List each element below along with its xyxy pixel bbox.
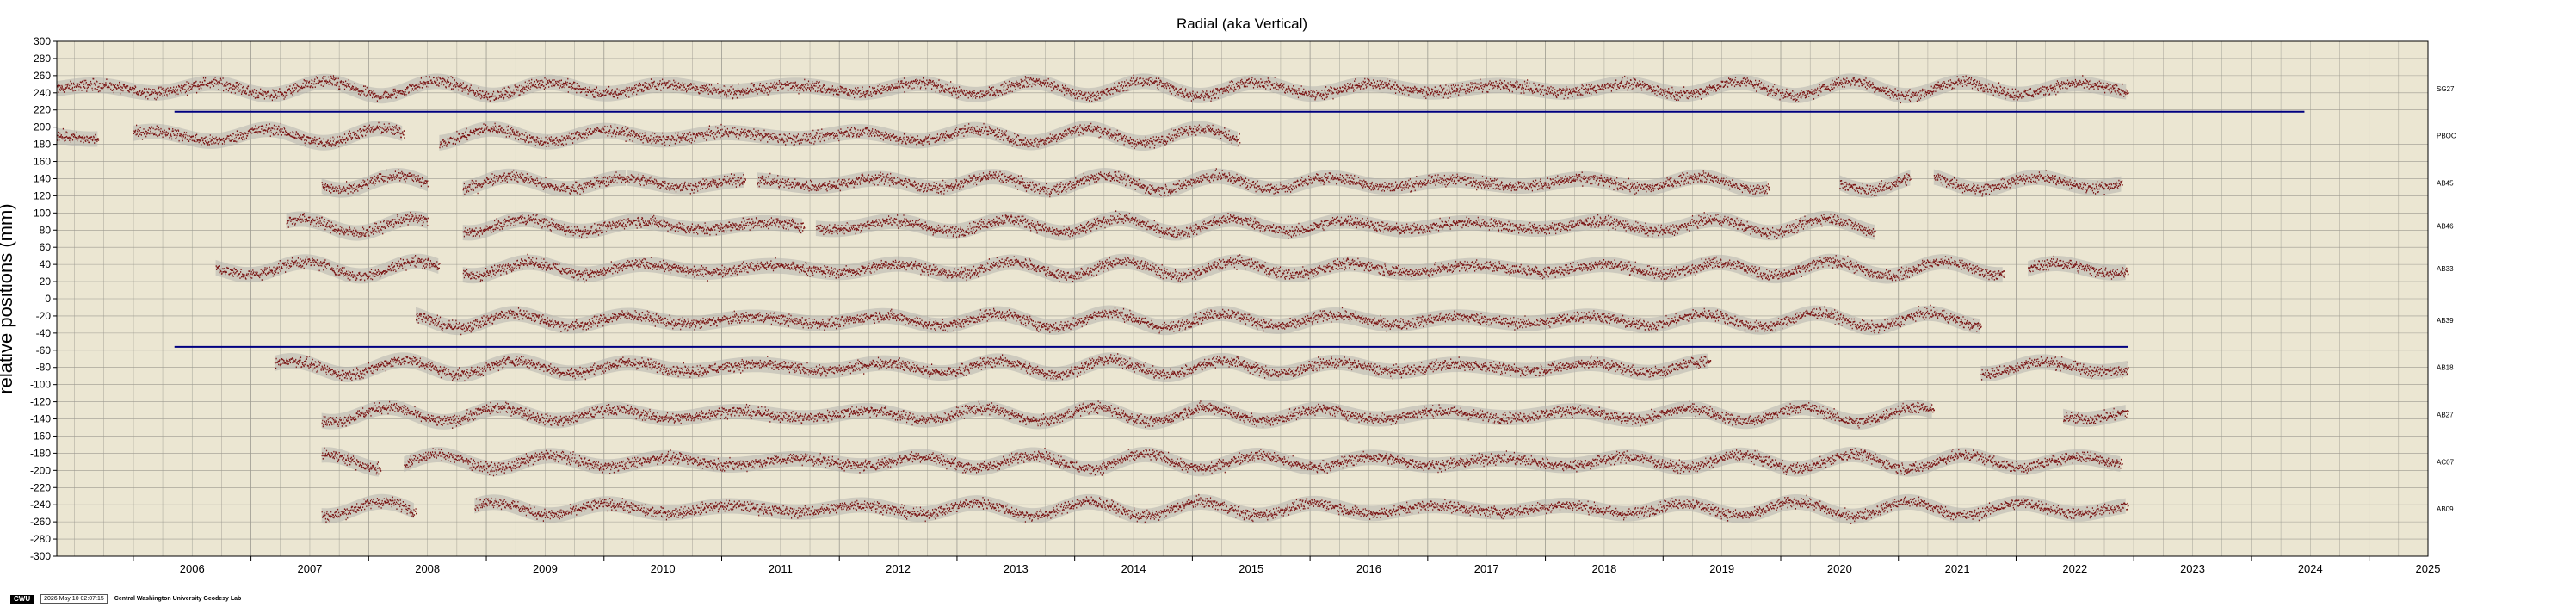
- series-label: AB33: [2437, 265, 2454, 273]
- y-tick-label: -280: [30, 533, 51, 545]
- y-tick-label: -80: [36, 362, 52, 374]
- y-tick-label: 60: [40, 241, 52, 253]
- x-tick-label: 2010: [651, 562, 676, 575]
- y-tick-label: -100: [30, 379, 51, 391]
- y-tick-label: -240: [30, 499, 51, 511]
- footer: CWU 2026 May 10 02:07:15 Central Washing…: [10, 594, 241, 604]
- series-label: PBOC: [2437, 133, 2456, 140]
- y-tick-label: 240: [34, 87, 51, 99]
- series-label: AB27: [2437, 412, 2454, 419]
- x-tick-label: 2017: [1474, 562, 1499, 575]
- series-label: AB46: [2437, 222, 2454, 230]
- y-tick-label: -260: [30, 516, 51, 528]
- y-tick-label: -220: [30, 481, 51, 493]
- x-tick-label: 2006: [180, 562, 205, 575]
- series-label: AC07: [2437, 458, 2455, 466]
- y-tick-label: 40: [40, 258, 52, 270]
- y-tick-label: 100: [34, 207, 51, 219]
- cwu-logo: CWU: [10, 594, 34, 604]
- y-tick-label: 140: [34, 172, 51, 184]
- y-tick-label: 160: [34, 156, 51, 168]
- y-tick-label: -200: [30, 464, 51, 476]
- y-tick-label: 0: [45, 293, 51, 305]
- chart: 3002802602402202001801601401201008060402…: [0, 15, 2456, 575]
- x-tick-label: 2025: [2416, 562, 2441, 575]
- x-tick-label: 2015: [1239, 562, 1263, 575]
- x-tick-label: 2009: [533, 562, 558, 575]
- y-tick-label: 20: [40, 276, 52, 288]
- x-tick-label: 2021: [1945, 562, 1970, 575]
- y-tick-label: -20: [36, 310, 52, 322]
- y-tick-label: 260: [34, 70, 51, 82]
- y-tick-label: 120: [34, 189, 51, 201]
- x-tick-label: 2007: [297, 562, 322, 575]
- x-tick-label: 2008: [415, 562, 440, 575]
- x-tick-label: 2014: [1121, 562, 1146, 575]
- organization-name: Central Washington University Geodesy La…: [114, 596, 242, 602]
- y-tick-label: -40: [36, 327, 52, 339]
- x-tick-label: 2024: [2298, 562, 2323, 575]
- y-ticks: 3002802602402202001801601401201008060402…: [30, 35, 57, 562]
- x-tick-label: 2020: [1827, 562, 1852, 575]
- y-tick-label: 200: [34, 121, 51, 133]
- y-tick-label: -60: [36, 344, 52, 356]
- series-label: AB18: [2437, 364, 2454, 372]
- series-label: AB39: [2437, 317, 2454, 325]
- x-tick-label: 2011: [769, 562, 793, 575]
- x-tick-label: 2023: [2180, 562, 2205, 575]
- y-tick-label: 280: [34, 53, 51, 65]
- x-ticks: 2006 2007 2008 2009 2010 2011 2012 2013 2014 2015…: [133, 556, 2441, 575]
- y-tick-label: 80: [40, 224, 52, 236]
- y-tick-label: -300: [30, 550, 51, 562]
- x-tick-label: 2016: [1356, 562, 1381, 575]
- y-tick-label: 300: [34, 35, 51, 47]
- y-tick-label: 220: [34, 104, 51, 116]
- timestamp: 2026 May 10 02:07:15: [40, 594, 108, 604]
- y-tick-label: 180: [34, 139, 51, 151]
- series-label: SG27: [2437, 85, 2455, 93]
- x-tick-label: 2019: [1709, 562, 1734, 575]
- y-tick-label: -160: [30, 430, 51, 442]
- series-label: AB09: [2437, 505, 2454, 513]
- x-tick-label: 2018: [1591, 562, 1616, 575]
- x-tick-label: 2022: [2062, 562, 2087, 575]
- y-axis-label: relative positions (mm): [0, 203, 16, 393]
- series-labels: SG27 PBOC AB45 AB46 AB33 AB39 AB18 AB27 AC07 AB09: [2437, 85, 2456, 513]
- x-tick-label: 2012: [886, 562, 911, 575]
- y-tick-label: -120: [30, 396, 51, 408]
- chart-title: Radial (aka Vertical): [1177, 15, 1307, 32]
- x-tick-label: 2013: [1004, 562, 1029, 575]
- y-tick-label: -180: [30, 447, 51, 459]
- series-label: AB45: [2437, 179, 2454, 187]
- y-tick-label: -140: [30, 413, 51, 425]
